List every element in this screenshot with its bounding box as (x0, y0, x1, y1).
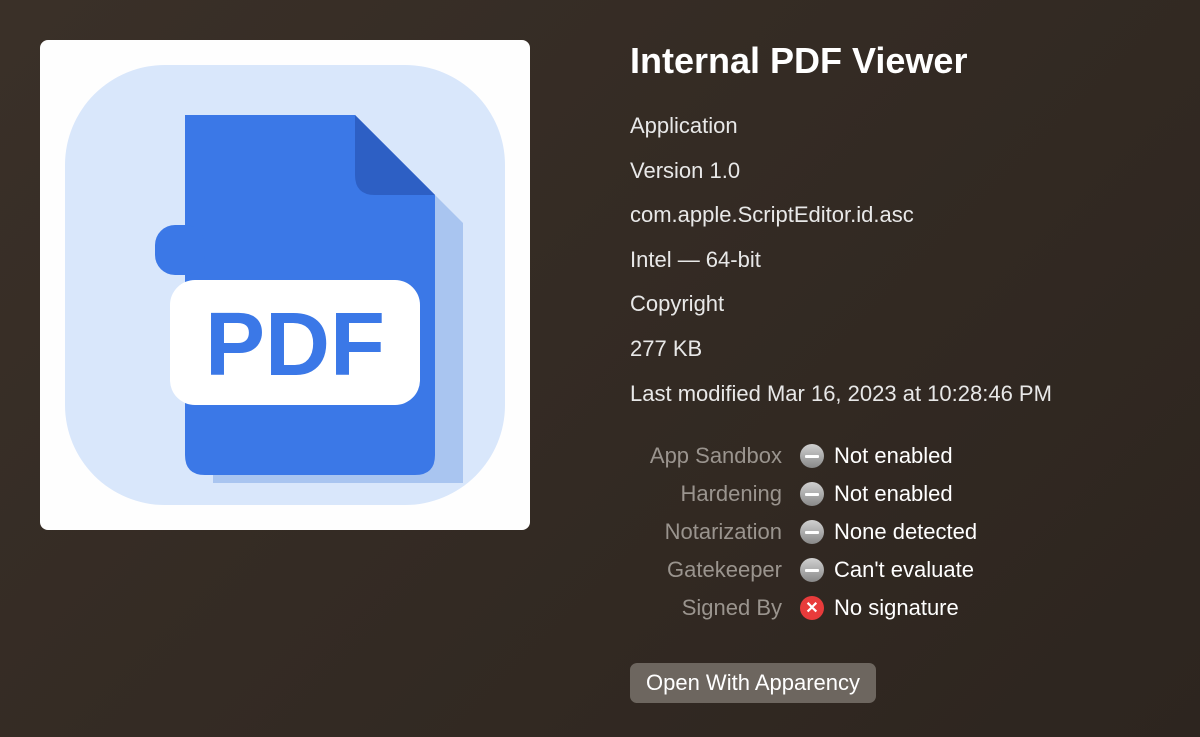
info-last-modified: Last modified Mar 16, 2023 at 10:28:46 P… (630, 380, 1160, 409)
security-value-signed-by: No signature (834, 595, 959, 621)
security-label-hardening: Hardening (630, 481, 800, 507)
security-label-notarization: Notarization (630, 519, 800, 545)
security-label-gatekeeper: Gatekeeper (630, 557, 800, 583)
app-title: Internal PDF Viewer (630, 40, 1160, 82)
security-row-hardening: Hardening Not enabled (630, 481, 1160, 507)
security-section: App Sandbox Not enabled Hardening Not en… (630, 443, 1160, 621)
minus-icon (800, 482, 824, 506)
security-value-notarization: None detected (834, 519, 977, 545)
security-value-sandbox: Not enabled (834, 443, 953, 469)
pdf-file-icon: PDF (55, 55, 515, 515)
info-copyright: Copyright (630, 290, 1160, 319)
security-value-gatekeeper: Can't evaluate (834, 557, 974, 583)
x-icon: ✕ (800, 596, 824, 620)
security-row-signed-by: Signed By ✕ No signature (630, 595, 1160, 621)
app-icon: PDF (40, 40, 530, 530)
info-size: 277 KB (630, 335, 1160, 364)
security-row-gatekeeper: Gatekeeper Can't evaluate (630, 557, 1160, 583)
security-label-signed-by: Signed By (630, 595, 800, 621)
info-architecture: Intel — 64-bit (630, 246, 1160, 275)
info-bundle-id: com.apple.ScriptEditor.id.asc (630, 201, 1160, 230)
minus-icon (800, 520, 824, 544)
info-version: Version 1.0 (630, 157, 1160, 186)
minus-icon (800, 558, 824, 582)
info-kind: Application (630, 112, 1160, 141)
svg-text:PDF: PDF (205, 295, 385, 395)
app-icon-panel: PDF (40, 40, 530, 697)
security-label-sandbox: App Sandbox (630, 443, 800, 469)
minus-icon (800, 444, 824, 468)
security-row-notarization: Notarization None detected (630, 519, 1160, 545)
security-row-sandbox: App Sandbox Not enabled (630, 443, 1160, 469)
open-with-apparency-button[interactable]: Open With Apparency (630, 663, 876, 703)
security-value-hardening: Not enabled (834, 481, 953, 507)
app-info-panel: Internal PDF Viewer Application Version … (530, 40, 1160, 697)
